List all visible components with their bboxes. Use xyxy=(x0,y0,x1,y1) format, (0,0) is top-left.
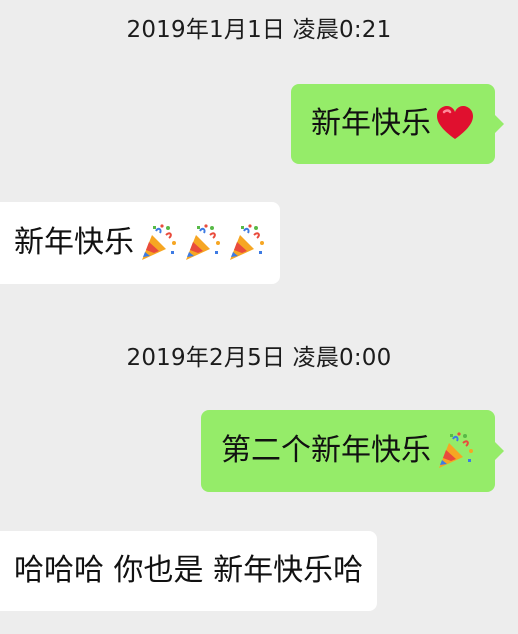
received-message-bubble[interactable]: 新年快乐 xyxy=(0,202,280,284)
received-message-bubble[interactable]: 哈哈哈 你也是 新年快乐哈 xyxy=(0,531,378,611)
message-timestamp: 2019年2月5日 凌晨0:00 xyxy=(126,345,392,371)
message-text: 新年快乐 xyxy=(311,106,431,141)
sent-message-bubble[interactable]: 新年快乐 xyxy=(291,84,504,164)
message-text: 新年快乐 xyxy=(14,225,134,260)
sent-message-bubble[interactable]: 第二个新年快乐 xyxy=(201,410,504,492)
party-popper-icon xyxy=(138,223,178,263)
message-text: 哈哈哈 你也是 新年快乐哈 xyxy=(14,553,364,588)
party-popper-icon xyxy=(182,223,222,263)
party-popper-icon xyxy=(435,431,475,471)
message-timestamp: 2019年1月1日 凌晨0:21 xyxy=(126,17,392,43)
chat-conversation: 2019年1月1日 凌晨0:21 新年快乐 新年快乐 2019年2月5日 凌晨0… xyxy=(0,0,518,634)
message-text: 第二个新年快乐 xyxy=(221,433,431,468)
red-heart-icon xyxy=(435,104,475,144)
party-popper-icon xyxy=(226,223,266,263)
